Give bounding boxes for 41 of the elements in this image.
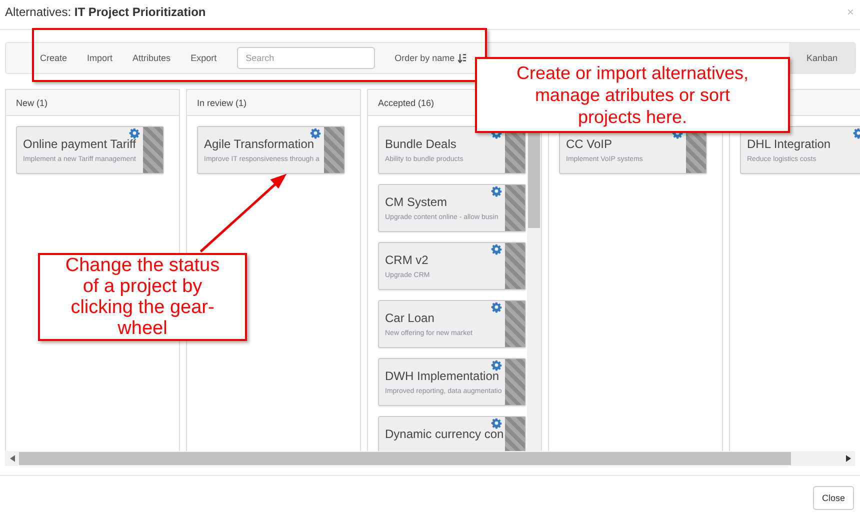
callout-tooltip: Create or import alternatives, manage atributes or sort projects here. bbox=[475, 57, 790, 133]
gear-icon[interactable] bbox=[491, 360, 502, 371]
sort-button[interactable]: Order by name bbox=[384, 53, 476, 63]
column-title: New (1) bbox=[16, 98, 48, 108]
gear-icon[interactable] bbox=[310, 128, 321, 139]
close-button[interactable]: Close bbox=[812, 486, 854, 510]
project-card[interactable]: Dynamic currency con bbox=[378, 416, 526, 451]
card-title: Dynamic currency con bbox=[385, 427, 505, 442]
view-tab[interactable]: Kanban bbox=[789, 43, 855, 73]
callout-tooltip: Change the status of a project by clicking the gear-wheel bbox=[38, 253, 247, 341]
dialog-title: Alternatives: IT Project Prioritization bbox=[5, 4, 206, 18]
gear-icon[interactable] bbox=[491, 418, 502, 429]
card-title: Car Loan bbox=[385, 311, 436, 326]
striped-handle[interactable] bbox=[143, 127, 163, 173]
card-title: CM System bbox=[385, 195, 448, 210]
striped-handle[interactable] bbox=[505, 185, 525, 231]
search-field[interactable]: Search bbox=[236, 47, 375, 69]
card-title: Online payment Tariff bbox=[23, 137, 137, 152]
column-title: Accepted (16) bbox=[378, 98, 434, 108]
sort-icon bbox=[458, 54, 466, 62]
toolbar-button[interactable]: Attributes bbox=[122, 53, 181, 63]
striped-handle[interactable] bbox=[324, 127, 344, 173]
column-title: In review (1) bbox=[197, 98, 247, 108]
gear-icon[interactable] bbox=[491, 244, 502, 255]
card-title: Bundle Deals bbox=[385, 137, 458, 152]
gear-icon[interactable] bbox=[491, 186, 502, 197]
striped-handle[interactable] bbox=[505, 359, 525, 405]
card-title: CC VoIP bbox=[566, 137, 614, 152]
striped-handle[interactable] bbox=[505, 243, 525, 289]
toolbar-button[interactable]: Export bbox=[180, 53, 227, 63]
card-title: DWH Implementation bbox=[385, 369, 500, 384]
striped-handle[interactable] bbox=[505, 417, 525, 451]
card-title: Agile Transformation bbox=[204, 137, 316, 152]
gear-icon[interactable] bbox=[491, 302, 502, 313]
striped-handle[interactable] bbox=[505, 301, 525, 347]
horizontal-scrollbar[interactable] bbox=[5, 451, 855, 466]
toolbar-button[interactable]: Import bbox=[77, 53, 123, 63]
toolbar-button[interactable]: Create bbox=[30, 53, 78, 63]
card-title: DHL Integration bbox=[747, 137, 832, 152]
gear-icon[interactable] bbox=[129, 128, 140, 139]
card-title: CRM v2 bbox=[385, 253, 430, 268]
